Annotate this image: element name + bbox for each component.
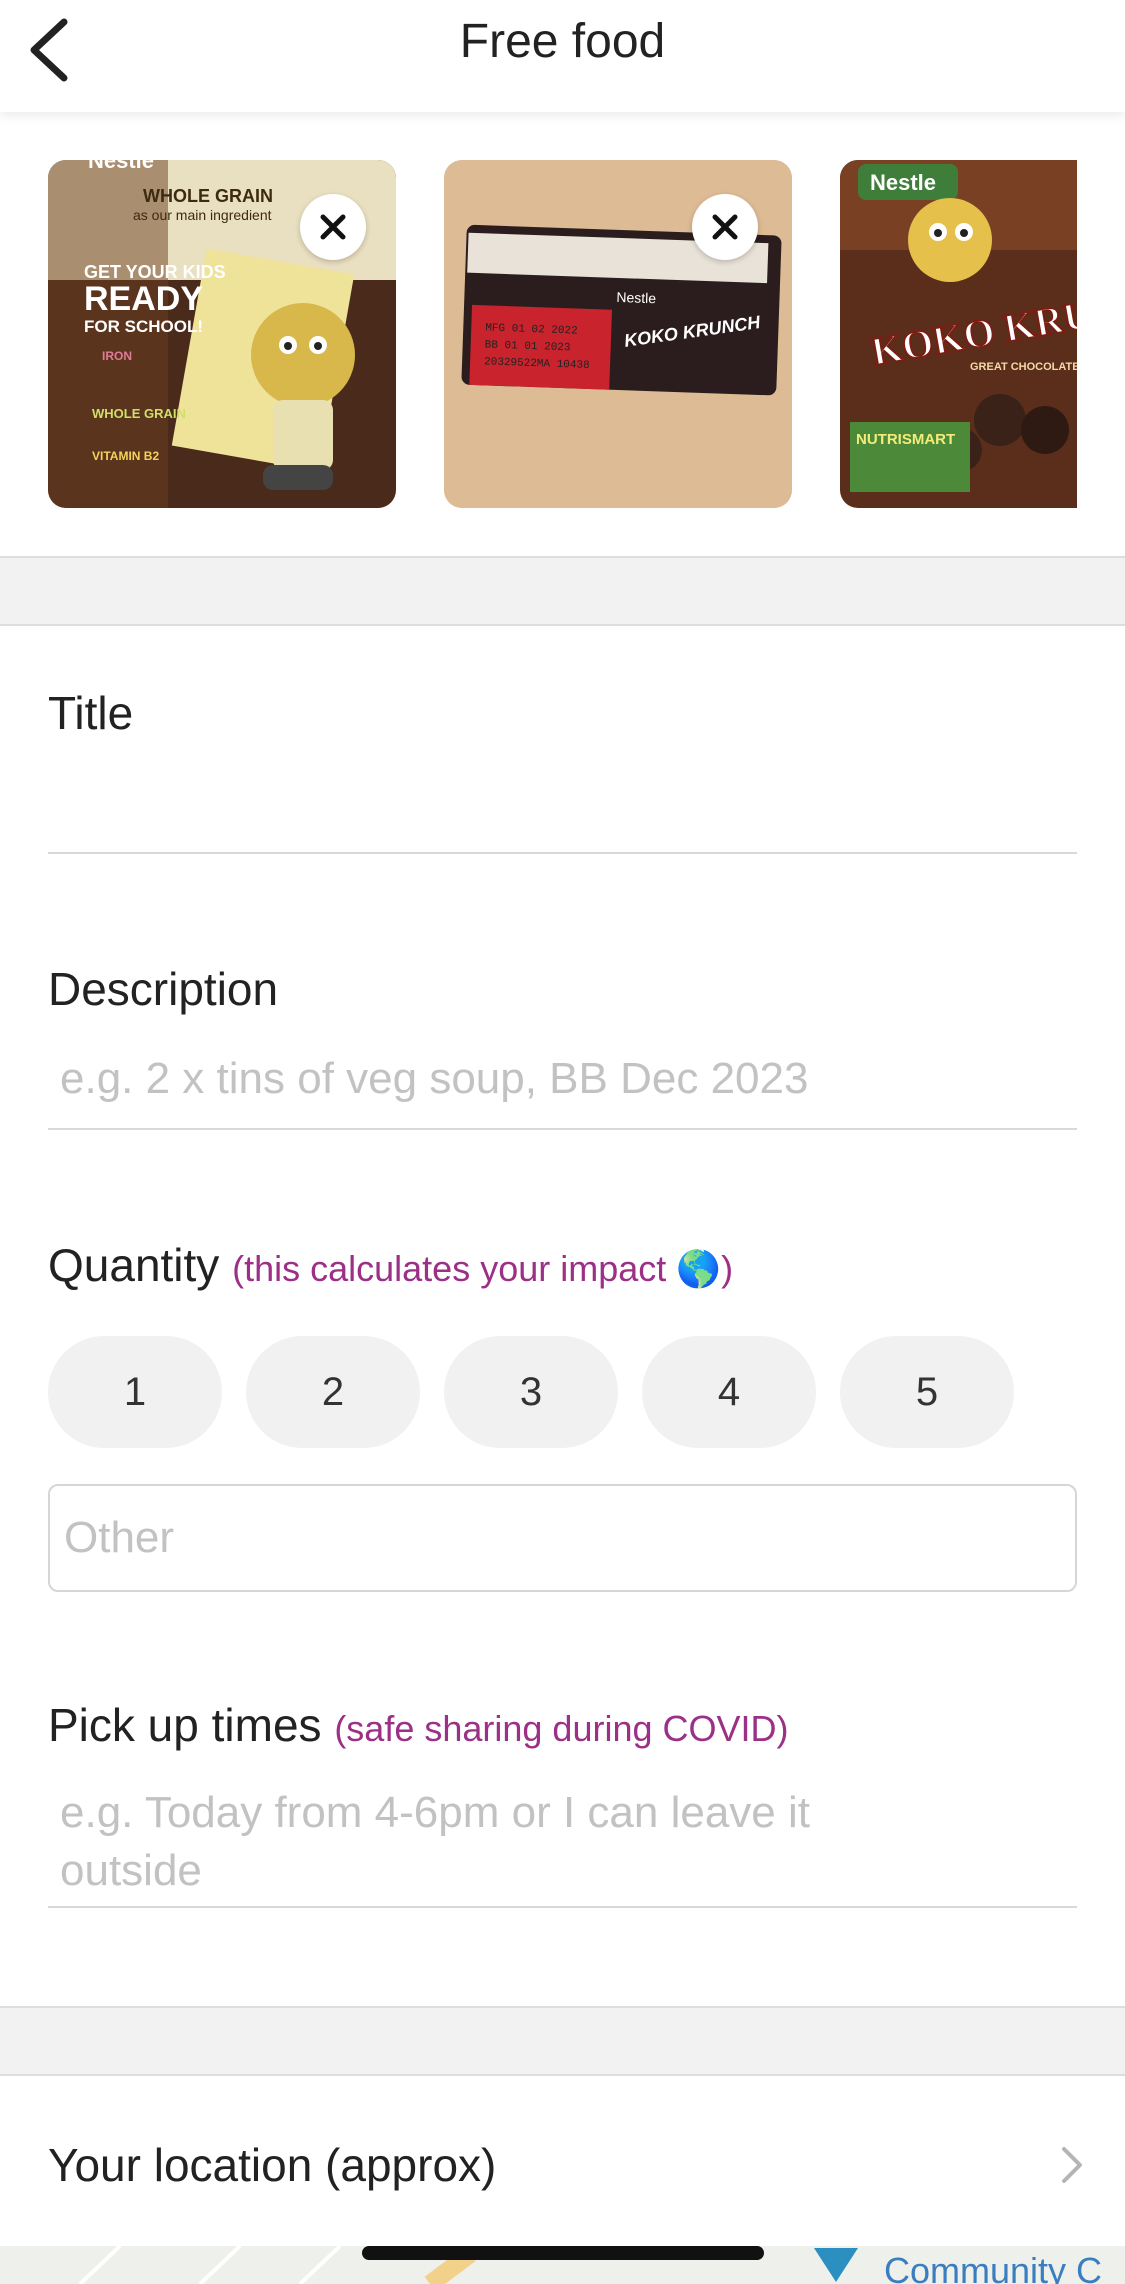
quantity-options: 1 2 3 4 5 (48, 1336, 1014, 1448)
quantity-option-1[interactable]: 1 (48, 1336, 222, 1448)
location-label: Your location (approx) (48, 2139, 497, 2191)
svg-text:GREAT CHOCOLATEY TAS: GREAT CHOCOLATEY TAS (970, 361, 1077, 373)
photo-carousel[interactable]: Nestle WHOLE GRAIN as our main ingredien… (0, 112, 1125, 556)
quantity-option-2[interactable]: 2 (246, 1336, 420, 1448)
description-label: Description (48, 963, 279, 1015)
title-underline (48, 852, 1077, 854)
pickup-label: Pick up times (safe sharing during COVID… (48, 1698, 789, 1752)
quantity-other-input[interactable] (50, 1486, 1075, 1590)
quantity-option-4[interactable]: 4 (642, 1336, 816, 1448)
quantity-hint: (this calculates your impact 🌎) (232, 1248, 734, 1289)
svg-text:FOR SCHOOL!: FOR SCHOOL! (84, 317, 203, 336)
photo-thumbnail[interactable]: Nestle KOKO KRUNC GREAT CHOCOLATEY TAS N… (840, 160, 1077, 508)
pickup-underline (48, 1906, 1077, 1908)
close-icon (712, 214, 738, 240)
svg-text:IRON: IRON (102, 349, 132, 363)
description-input[interactable] (48, 1046, 1077, 1112)
svg-text:GET YOUR KIDS: GET YOUR KIDS (84, 262, 226, 282)
remove-photo-button[interactable] (300, 194, 366, 260)
quantity-option-3[interactable]: 3 (444, 1336, 618, 1448)
svg-text:Nestle: Nestle (88, 160, 154, 173)
svg-text:NUTRISMART: NUTRISMART (856, 431, 955, 448)
remove-photo-button[interactable] (692, 194, 758, 260)
svg-text:Nestle: Nestle (616, 289, 656, 306)
pickup-label-text: Pick up times (48, 1699, 322, 1751)
photo-thumbnail[interactable]: MFG 01 02 2022 BB 01 01 2023 20329522MA … (444, 160, 792, 508)
svg-text:WHOLE GRAIN: WHOLE GRAIN (92, 406, 186, 421)
page-title: Free food (459, 15, 666, 68)
pickup-times-input[interactable] (48, 1784, 928, 1904)
svg-text:WHOLE GRAIN: WHOLE GRAIN (143, 186, 273, 206)
header-bar: Free food (0, 0, 1125, 112)
svg-text:Nestle: Nestle (870, 170, 936, 195)
pickup-hint: (safe sharing during COVID) (334, 1708, 789, 1749)
title-label: Title (48, 687, 134, 739)
quantity-other-field (48, 1484, 1077, 1592)
quantity-label-text: Quantity (48, 1239, 220, 1291)
quantity-option-5[interactable]: 5 (840, 1336, 1014, 1448)
chevron-right-icon (1062, 2147, 1082, 2183)
section-divider (0, 2006, 1125, 2076)
cereal-box-front-image: Nestle KOKO KRUNC GREAT CHOCOLATEY TAS N… (840, 160, 1077, 508)
quantity-label: Quantity (this calculates your impact 🌎) (48, 1238, 733, 1292)
section-divider (0, 556, 1125, 626)
photo-thumbnail[interactable]: Nestle WHOLE GRAIN as our main ingredien… (48, 160, 396, 508)
description-underline (48, 1128, 1077, 1130)
home-indicator (362, 2246, 764, 2260)
svg-text:READY: READY (84, 280, 203, 318)
title-input[interactable] (48, 770, 1077, 840)
svg-text:as our main ingredient: as our main ingredient (133, 207, 272, 223)
map-place-label: Community C (884, 2250, 1103, 2284)
location-row[interactable]: Your location (approx) (0, 2076, 1125, 2246)
svg-text:VITAMIN B2: VITAMIN B2 (92, 449, 159, 463)
close-icon (320, 214, 346, 240)
